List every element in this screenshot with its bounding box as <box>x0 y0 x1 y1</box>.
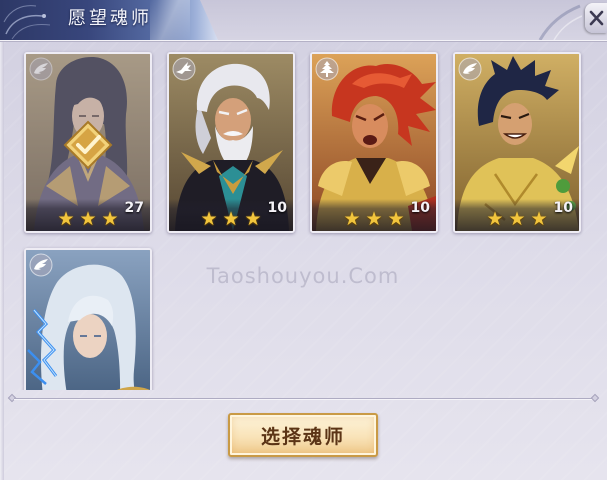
star-icon: ★ <box>79 208 97 230</box>
star-icon: ★ <box>244 208 262 230</box>
card-footer: 10 ★ ★ ★ <box>312 199 436 231</box>
star-icon: ★ <box>387 208 405 230</box>
star-icon: ★ <box>365 208 383 230</box>
soul-master-card[interactable]: 10 ★ ★ ★ <box>310 52 438 233</box>
card-footer: 10 ★ ★ ★ <box>455 199 579 231</box>
soul-master-card[interactable]: 10 ★ ★ ★ <box>453 52 581 233</box>
soul-master-card[interactable]: 10 ★ ★ ★ <box>167 52 295 233</box>
title-plaque: 愿望魂师 <box>0 0 218 40</box>
star-icon: ★ <box>508 208 526 230</box>
close-icon <box>589 10 604 26</box>
plaque-sheen <box>150 0 190 40</box>
wing-icon <box>458 57 482 81</box>
header-ornament-icon <box>538 4 582 40</box>
star-icon: ★ <box>57 208 75 230</box>
star-rating: ★ ★ ★ <box>312 209 436 229</box>
star-icon: ★ <box>486 208 504 230</box>
wing-icon <box>29 253 53 277</box>
star-rating: ★ ★ ★ <box>455 209 579 229</box>
select-button-label: 选择魂师 <box>260 425 345 448</box>
soul-master-card[interactable]: 27 ★ ★ ★ <box>24 52 152 233</box>
close-button[interactable] <box>585 3 607 33</box>
select-soul-master-button[interactable]: 选择魂师 <box>228 413 378 457</box>
card-footer: 27 ★ ★ ★ <box>26 199 150 231</box>
page-title: 愿望魂师 <box>68 8 152 29</box>
star-rating: ★ ★ ★ <box>26 209 150 229</box>
star-icon: ★ <box>101 208 119 230</box>
tower-icon <box>315 57 339 81</box>
star-icon: ★ <box>530 208 548 230</box>
crane-icon <box>172 57 196 81</box>
header-bar: 愿望魂师 <box>0 0 607 41</box>
divider-ornament-right <box>590 393 600 403</box>
checkmark-icon <box>63 120 113 170</box>
star-rating: ★ ★ ★ <box>169 209 293 229</box>
soul-master-card[interactable] <box>24 248 152 390</box>
soul-master-list[interactable]: 27 ★ ★ ★ 10 ★ ★ ★ 10 ★ ★ ★ 10 ★ ★ ★ <box>0 46 607 390</box>
divider <box>14 398 593 399</box>
card-footer: 10 ★ ★ ★ <box>169 199 293 231</box>
ornament-swirl-icon <box>3 5 51 40</box>
star-icon: ★ <box>343 208 361 230</box>
star-icon: ★ <box>200 208 218 230</box>
star-icon: ★ <box>222 208 240 230</box>
